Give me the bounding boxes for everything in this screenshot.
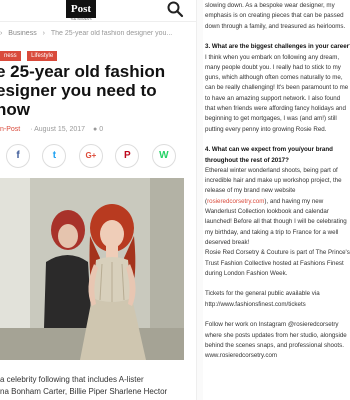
article-text-line: my birthday, and taking a trip to France… [205,228,339,236]
article-body-excerpt: a celebrity following that includes A-li… [0,374,196,398]
body-line: a celebrity following that includes A-li… [0,375,144,384]
chevron-right-icon: › [0,30,3,37]
article-text-line: that when friends were affording fancy h… [205,105,346,112]
article-text-line: beginning to get mortgages, I was (and a… [205,115,337,123]
category-tags: ness Lifestyle [0,44,59,62]
breadcrumb-business-link[interactable]: Business [8,30,36,37]
article-text-line: guns, which although often comes natural… [205,74,343,82]
article-text-line: Wanderlust Collection lookbook and calen… [205,208,329,215]
article-text-line: where she posts updates from her studio,… [205,331,347,339]
googleplus-icon: G+ [85,151,97,160]
breadcrumb-current: The 25-year old fashion designer you... [50,30,173,37]
website-link[interactable]: rosieredcorsetry.com [207,198,264,205]
googleplus-share-button[interactable]: G+ [78,144,103,168]
article-text-line: incredible hair and make up workshop pro… [205,177,342,185]
search-icon [167,1,184,18]
column-divider [196,0,203,400]
logo-subtitle: THE WOMEN'S [70,17,92,21]
headline-line: e 25-year old fashion [0,62,166,81]
article-text-line: slowing down. As a bespoke wear designer… [205,2,335,9]
search-button[interactable] [166,0,184,18]
site-logo[interactable]: Post [66,0,96,18]
article-text-line: Tickets for the general public available… [205,290,320,298]
article-meta: n-Post · August 15, 2017 ● 0 [0,126,103,133]
article-text-line: Ethereal winter wonderland shoots, being… [205,166,338,174]
article-text-line: release of my brand new website [205,187,296,195]
share-bar: f t G+ P W [6,144,184,168]
comment-count[interactable]: ● 0 [93,126,103,133]
site-header: Post THE WOMEN'S [0,0,196,22]
twitter-icon: t [52,150,57,161]
article-text-line: Trust Fashion Collective hosted at Fashi… [205,259,344,267]
article-text-line: can be really challenging! It's been par… [205,84,349,92]
article-text-line: emphasis is on creating pieces that can … [205,12,344,20]
interview-question: 4. What can we expect from you/your bran… [205,146,333,154]
author-link[interactable]: n-Post [0,126,20,133]
comment-icon: ● [93,126,98,133]
article-text-line: www.rosieredcorsetry.com [205,352,278,360]
article-text-line: (rosieredcorsetry.com), and having my ne… [205,197,324,205]
logo-text: Post [70,3,92,15]
article-text-line: Follow her work on Instagram @rosieredco… [205,321,339,329]
body-line: na Bonham Carter, Billie Piper Sharlene … [0,387,168,396]
article-text-line: during London Fashion Week. [205,269,288,277]
article-continuation-column: slowing down. As a bespoke wear designer… [205,0,350,400]
tag-lifestyle[interactable]: Lifestyle [27,51,58,61]
twitter-share-button[interactable]: t [42,144,67,168]
breadcrumb: › Business › The 25-year old fashion des… [0,30,196,37]
article-photo[interactable] [0,178,184,360]
article-text-line: I think when you embark on following any… [205,53,340,61]
chevron-right-icon: › [42,30,45,37]
headline-line: now [0,100,30,119]
article-text-line: to have an amazing support network. I al… [205,94,341,102]
facebook-share-button[interactable]: f [6,144,30,168]
article-text-line: http://www.fashionsfinest.com/tickets [205,300,306,308]
pinterest-share-button[interactable]: P [115,144,140,168]
main-article-column: Post THE WOMEN'S › Business › The 25-yea… [0,0,196,400]
article-text-line: many people doubt you. I really had to s… [205,63,341,71]
article-headline: e 25-year old fashion esigner you need t… [0,62,196,119]
article-text-line: behind the scenes snaps, and professiona… [205,341,344,349]
article-text-line: deserved break! [205,238,250,246]
interview-question: 3. What are the biggest challenges in yo… [205,43,350,51]
article-text-line: putting every penny into growing Rosie R… [205,125,327,133]
headline-line: esigner you need to [0,81,157,100]
interview-question: throughout the rest of 2017? [205,156,289,164]
tag-business[interactable]: ness [0,51,21,61]
facebook-icon: f [16,150,20,161]
pinterest-icon: P [124,150,131,161]
article-text-line: down through a family, and treasured as … [205,22,346,30]
article-text-line: launched! Before all that though I will … [205,218,347,226]
comment-count-value: 0 [99,126,104,133]
article-text-line: Rosie Red Corsetry & Couture is part of … [205,249,350,257]
whatsapp-share-button[interactable]: W [151,144,176,168]
publish-date: August 15, 2017 [34,126,86,133]
bullet-separator: · [30,126,33,133]
whatsapp-icon: W [159,150,169,161]
photo-illustration [0,178,184,360]
